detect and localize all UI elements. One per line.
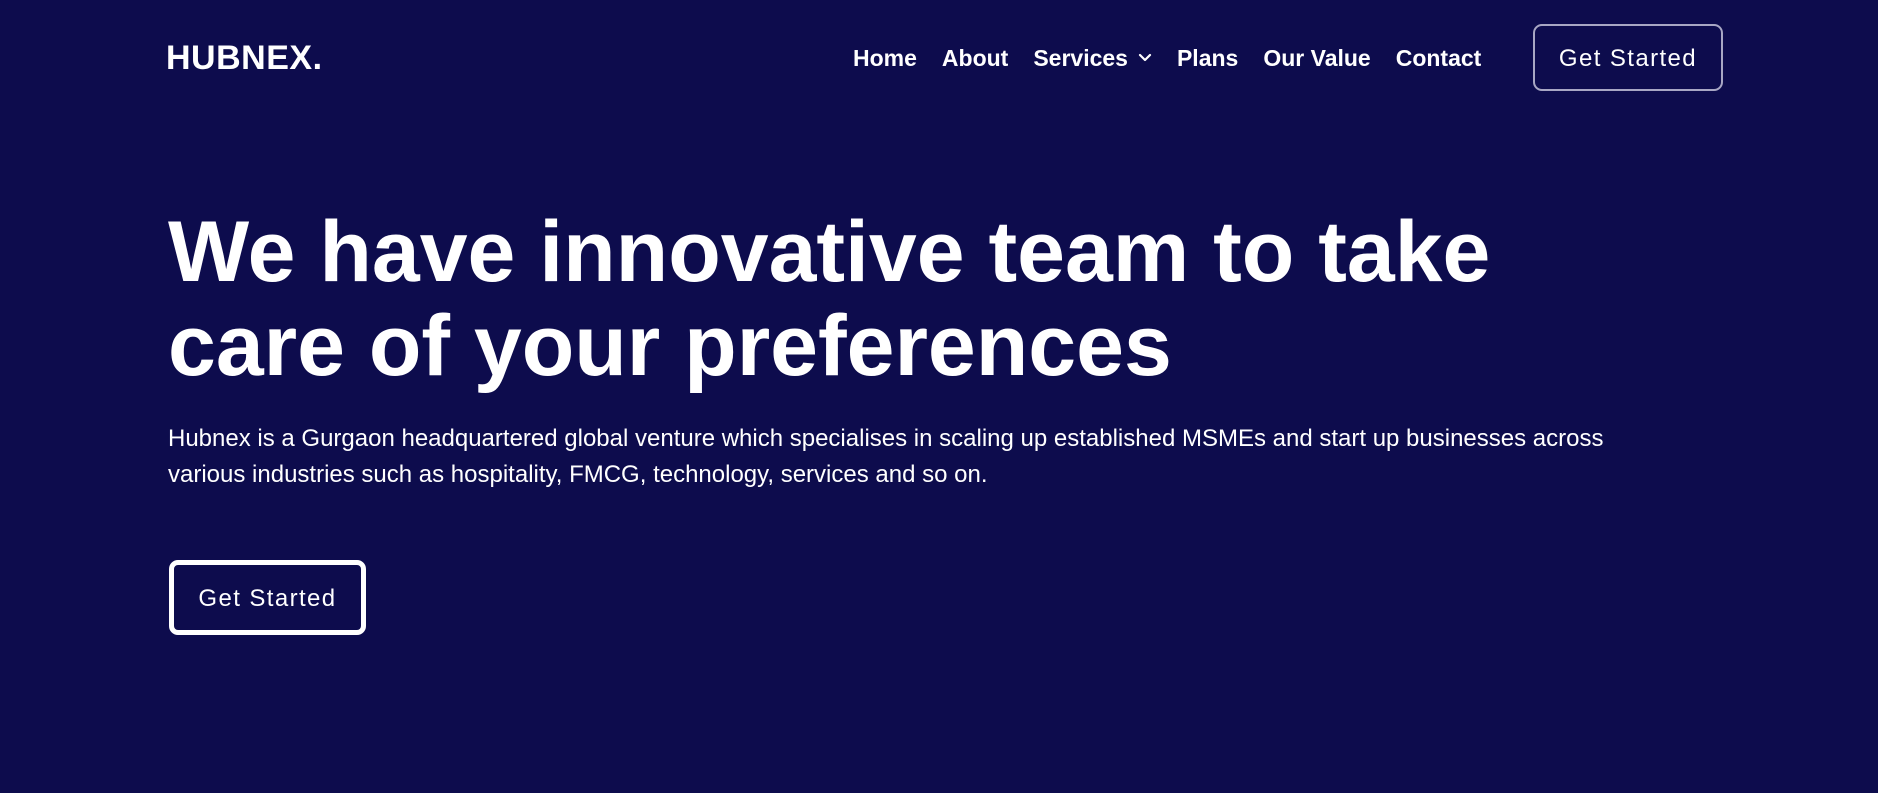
chevron-down-icon[interactable]	[1138, 50, 1152, 64]
hero-get-started-button[interactable]: Get Started	[169, 560, 366, 635]
nav-home-label: Home	[853, 45, 917, 71]
nav-our-value-link[interactable]: Our Value	[1263, 42, 1370, 74]
nav-contact-label: Contact	[1395, 45, 1482, 71]
nav-services-label: Services	[1033, 45, 1128, 71]
nav-about-link[interactable]: About	[942, 42, 1008, 74]
site-header: HUBNEX. Home About Services Plans Our Va…	[0, 0, 1878, 116]
nav-contact-link[interactable]: Contact	[1396, 42, 1482, 74]
nav-services-dropdown[interactable]: Services	[1033, 42, 1152, 74]
nav-plans-label: Plans	[1176, 45, 1239, 71]
main-navigation: Home About Services Plans Our Value Cont…	[853, 42, 1481, 74]
hero-content: We have innovative team to take care of …	[168, 205, 1628, 493]
nav-plans-link[interactable]: Plans	[1177, 42, 1238, 74]
hero-title: We have innovative team to take care of …	[168, 204, 1491, 394]
nav-about-label: About	[941, 45, 1009, 71]
header-get-started-button[interactable]: Get Started	[1533, 24, 1723, 91]
hero-description: Hubnex is a Gurgaon headquartered global…	[168, 425, 1604, 488]
hubnex-logo[interactable]: HUBNEX.	[166, 38, 323, 78]
nav-home-link[interactable]: Home	[853, 42, 917, 74]
nav-our-value-label: Our Value	[1263, 45, 1371, 71]
